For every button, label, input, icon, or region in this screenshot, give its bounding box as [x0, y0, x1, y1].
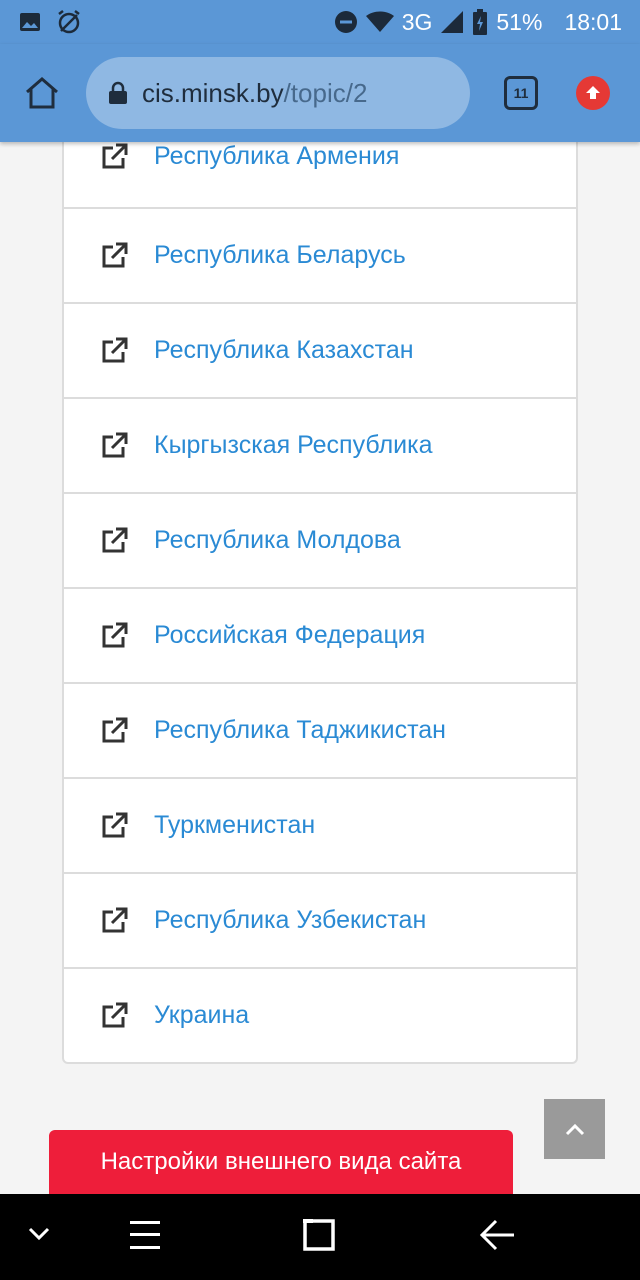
country-list: Республика Армения Республика Беларусь Рес…: [62, 110, 578, 1064]
image-icon: [18, 10, 42, 34]
external-link-icon: [100, 717, 128, 745]
url-path: /topic/2: [283, 77, 368, 108]
address-bar[interactable]: cis.minsk.by /topic/2: [86, 57, 470, 129]
external-link-icon: [100, 337, 128, 365]
country-link-label[interactable]: Украина: [154, 1001, 249, 1030]
update-button[interactable]: [576, 76, 610, 110]
home-button[interactable]: [20, 71, 64, 115]
square-icon: [303, 1219, 335, 1251]
site-appearance-settings-button[interactable]: Настройки внешнего вида сайта: [49, 1130, 513, 1194]
external-link-icon: [100, 1002, 128, 1030]
country-link-label[interactable]: Туркменистан: [154, 811, 315, 840]
browser-toolbar: cis.minsk.by /topic/2 11: [0, 44, 640, 142]
external-link-icon: [100, 812, 128, 840]
country-link-label[interactable]: Республика Молдова: [154, 526, 401, 555]
country-link[interactable]: Туркменистан: [64, 777, 576, 872]
menu-icon: [130, 1221, 160, 1249]
external-link-icon: [100, 143, 128, 171]
battery-icon: [472, 9, 488, 35]
country-link-label[interactable]: Российская Федерация: [154, 621, 425, 650]
lock-icon: [108, 81, 128, 105]
network-type: 3G: [401, 8, 433, 35]
country-link-label[interactable]: Республика Армения: [154, 142, 399, 171]
country-link-label[interactable]: Республика Таджикистан: [154, 716, 446, 745]
nav-menu-button[interactable]: [128, 1218, 162, 1252]
country-link[interactable]: Украина: [64, 967, 576, 1062]
country-link[interactable]: Республика Узбекистан: [64, 872, 576, 967]
do-not-disturb-icon: [334, 10, 358, 34]
tab-switcher-button[interactable]: 11: [504, 76, 538, 110]
nav-back-button[interactable]: [478, 1218, 516, 1252]
chevron-down-icon: [28, 1227, 50, 1241]
chevron-up-icon: [565, 1123, 584, 1136]
external-link-icon: [100, 907, 128, 935]
wifi-icon: [365, 11, 394, 33]
signal-icon: [440, 10, 464, 34]
scroll-to-top-button[interactable]: [544, 1099, 605, 1159]
country-link-label[interactable]: Республика Казахстан: [154, 336, 414, 365]
arrow-up-icon: [586, 86, 600, 99]
external-link-icon: [100, 242, 128, 270]
system-nav-bar: [0, 1194, 640, 1280]
no-alarm-icon: [56, 10, 82, 34]
country-link[interactable]: Российская Федерация: [64, 587, 576, 682]
external-link-icon: [100, 622, 128, 650]
external-link-icon: [100, 432, 128, 460]
country-link[interactable]: Республика Таджикистан: [64, 682, 576, 777]
url-host: cis.minsk.by: [142, 77, 284, 108]
country-link-label[interactable]: Республика Беларусь: [154, 241, 406, 270]
external-link-icon: [100, 527, 128, 555]
clock: 18:01: [564, 8, 622, 35]
country-link[interactable]: Республика Молдова: [64, 492, 576, 587]
nav-home-button[interactable]: [302, 1218, 338, 1252]
country-link-label[interactable]: Республика Узбекистан: [154, 906, 426, 935]
battery-level: 51%: [496, 8, 543, 35]
country-link[interactable]: Кыргызская Республика: [64, 397, 576, 492]
status-bar: 3G 51% 18:01: [0, 0, 640, 44]
home-icon: [26, 77, 58, 109]
country-link[interactable]: Республика Казахстан: [64, 302, 576, 397]
country-link[interactable]: Республика Беларусь: [64, 207, 576, 302]
country-link-label[interactable]: Кыргызская Республика: [154, 431, 433, 460]
back-arrow-icon: [479, 1219, 514, 1251]
nav-hide-button[interactable]: [26, 1218, 52, 1248]
